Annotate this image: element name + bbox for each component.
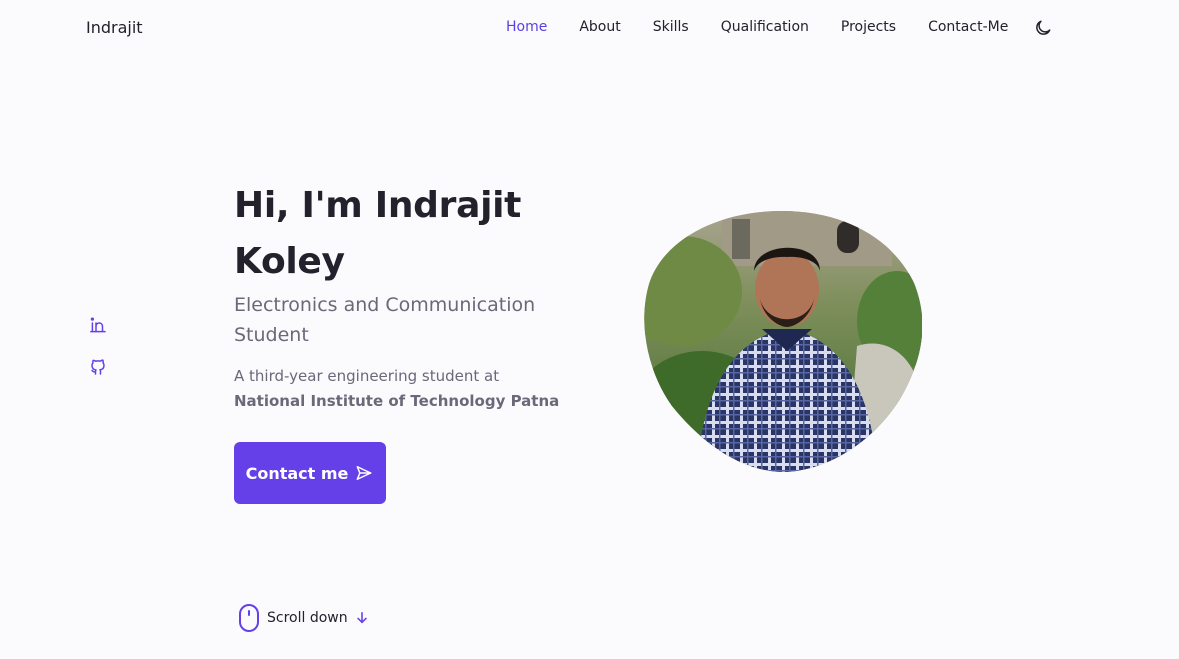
profile-photo (642, 211, 923, 472)
nav-qualification[interactable]: Qualification (721, 19, 809, 35)
nav-contact-me[interactable]: Contact-Me (928, 19, 1008, 35)
hero-subtitle-line1: Electronics and Communication (234, 294, 536, 316)
logo[interactable]: Indrajit (86, 18, 143, 37)
linkedin-icon[interactable] (89, 316, 107, 334)
hero-institution: National Institute of Technology Patna (234, 392, 560, 410)
mouse-icon (239, 604, 259, 632)
arrow-down-icon (356, 611, 367, 624)
hero-description-text: A third-year engineering student at (234, 367, 500, 385)
main-nav: Home About Skills Qualification Projects… (506, 19, 1040, 35)
nav-home[interactable]: Home (506, 19, 547, 35)
hero-section: Hi, I'm Indrajit Koley Electronics and C… (234, 178, 634, 414)
contact-me-button[interactable]: Contact me (234, 442, 386, 504)
hero-description: A third-year engineering student at Nati… (234, 364, 634, 414)
hero-title-line1: Hi, I'm Indrajit (234, 185, 522, 226)
send-icon (356, 466, 372, 480)
nav-projects[interactable]: Projects (841, 19, 896, 35)
github-icon[interactable] (89, 358, 107, 376)
hero-subtitle: Electronics and Communication Student (234, 290, 634, 350)
hero-title-line2: Koley (234, 241, 345, 282)
scroll-down-button[interactable]: Scroll down (238, 603, 369, 633)
nav-about[interactable]: About (579, 19, 620, 35)
moon-icon[interactable] (1033, 18, 1053, 38)
nav-skills[interactable]: Skills (653, 19, 689, 35)
contact-me-label: Contact me (245, 463, 349, 483)
social-links (89, 316, 107, 376)
hero-subtitle-line2: Student (234, 324, 309, 346)
header: Indrajit Home About Skills Qualification… (0, 0, 1179, 56)
scroll-down-label: Scroll down (267, 610, 348, 626)
hero-title: Hi, I'm Indrajit Koley (234, 178, 634, 290)
